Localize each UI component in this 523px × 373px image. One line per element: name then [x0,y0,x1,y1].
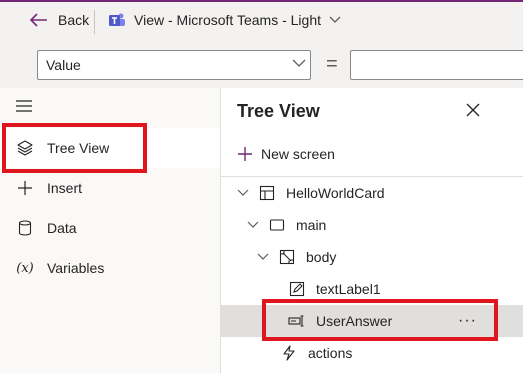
node-label: actions [308,345,353,361]
plus-icon [15,180,35,196]
card-icon [258,185,276,201]
new-screen-label: New screen [261,146,335,162]
chevron-down-icon[interactable] [246,221,260,229]
chevron-down-icon[interactable] [256,253,270,261]
close-icon[interactable] [466,103,480,117]
equals-sign: = [326,53,338,75]
edit-text-icon [288,281,306,297]
new-screen-button[interactable]: New screen [237,146,335,162]
arrow-left-icon [30,13,47,27]
nav-label: Variables [47,260,105,276]
node-label: main [296,217,327,233]
tree-node-textlabel1[interactable]: textLabel1 [288,279,381,299]
chevron-down-icon [292,59,306,67]
container-icon [268,218,286,232]
highlight-box [2,123,147,173]
back-button[interactable]: Back [30,12,89,28]
panel-title: Tree View [237,101,320,121]
nav-item-insert[interactable]: Insert [0,168,220,208]
highlight-box [262,299,498,341]
plus-icon [238,147,252,161]
nav-label: Data [47,220,77,236]
formula-input[interactable] [350,50,523,80]
toolbar-divider [94,10,95,34]
chevron-down-icon[interactable] [236,189,250,197]
chevron-down-icon [329,16,341,23]
lightning-icon [280,345,298,361]
nav-item-data[interactable]: Data [0,208,220,248]
database-icon [15,220,35,236]
divider [221,176,523,177]
variables-icon: (x) [16,260,34,276]
tree-node-main[interactable]: main [246,215,326,235]
body-icon [278,249,296,265]
view-theme-dropdown[interactable]: View - Microsoft Teams - Light [108,12,341,28]
nav-label: Insert [47,180,83,196]
view-label: View - Microsoft Teams - Light [134,12,321,28]
tree-node-actions[interactable]: actions [280,343,352,363]
node-label: HelloWorldCard [286,185,385,201]
hamburger-menu-icon[interactable] [16,100,32,112]
node-label: textLabel1 [316,281,381,297]
property-value: Value [46,57,81,73]
node-label: body [306,249,337,265]
tree-node-helloworldcard[interactable]: HelloWorldCard [236,183,385,203]
teams-icon [109,13,125,26]
back-label: Back [58,12,90,28]
tree-node-body[interactable]: body [256,247,336,267]
nav-item-variables[interactable]: (x) Variables [0,248,220,288]
